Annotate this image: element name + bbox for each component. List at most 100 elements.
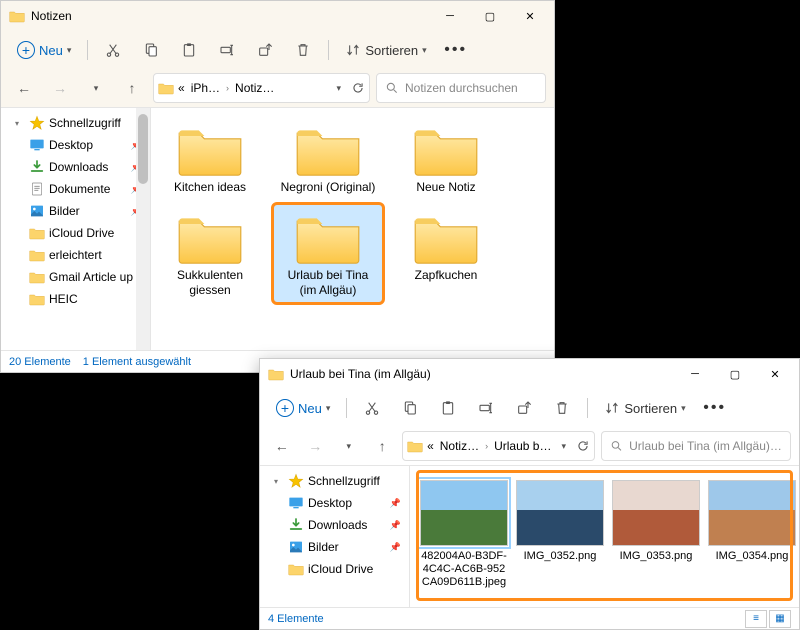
folder-item[interactable]: Sukkulenten giessen xyxy=(155,204,265,303)
folder-icon xyxy=(158,80,174,96)
new-button[interactable]: + Neu ▾ xyxy=(268,393,338,423)
details-view-button[interactable]: ≡ xyxy=(745,610,767,628)
sidebar-item[interactable]: Bilder📌 xyxy=(1,200,150,222)
copy-button[interactable] xyxy=(134,35,168,65)
image-item[interactable]: IMG_0353.png xyxy=(612,480,700,590)
titlebar[interactable]: Urlaub bei Tina (im Allgäu) ─ ▢ ✕ xyxy=(260,359,799,389)
item-count: 20 Elemente xyxy=(9,356,71,368)
sidebar-item[interactable]: HEIC xyxy=(1,288,150,310)
cut-icon xyxy=(105,42,121,58)
share-icon xyxy=(516,400,532,416)
sidebar-item[interactable]: Gmail Article up xyxy=(1,266,150,288)
item-count: 4 Elemente xyxy=(268,613,324,625)
rename-icon xyxy=(219,42,235,58)
file-label: 482004A0-B3DF-4C4C-AC6B-952CA09D611B.jpe… xyxy=(420,550,508,590)
sidebar-item[interactable]: erleichtert xyxy=(1,244,150,266)
delete-button[interactable] xyxy=(286,35,320,65)
refresh-icon[interactable] xyxy=(351,81,365,95)
share-button[interactable] xyxy=(248,35,282,65)
content-area[interactable]: 482004A0-B3DF-4C4C-AC6B-952CA09D611B.jpe… xyxy=(410,466,799,607)
image-item[interactable]: IMG_0352.png xyxy=(516,480,604,590)
scrollbar[interactable] xyxy=(136,108,150,350)
cut-button[interactable] xyxy=(355,393,389,423)
search-input[interactable]: Urlaub bei Tina (im Allgäu) d… xyxy=(601,431,791,461)
content-area[interactable]: Kitchen ideas Negroni (Original) Neue Noti… xyxy=(151,108,554,350)
maximize-button[interactable]: ▢ xyxy=(715,360,755,388)
chevron-down-icon[interactable]: ▾ xyxy=(561,441,566,452)
delete-button[interactable] xyxy=(545,393,579,423)
recent-button[interactable]: ▾ xyxy=(81,73,111,103)
up-button[interactable]: ↑ xyxy=(369,431,397,461)
sidebar-item[interactable]: Desktop📌 xyxy=(1,134,150,156)
folder-item[interactable]: Kitchen ideas xyxy=(155,116,265,200)
new-button[interactable]: + Neu ▾ xyxy=(9,35,79,65)
sidebar-item[interactable]: ▾Schnellzugriff xyxy=(1,112,150,134)
copy-icon xyxy=(402,400,418,416)
minimize-button[interactable]: ─ xyxy=(675,360,715,388)
back-button[interactable]: ← xyxy=(268,431,296,461)
pin-icon: 📌 xyxy=(390,498,401,509)
share-button[interactable] xyxy=(507,393,541,423)
folder-item[interactable]: Negroni (Original) xyxy=(273,116,383,200)
pin-icon: 📌 xyxy=(390,542,401,553)
share-icon xyxy=(257,42,273,58)
up-button[interactable]: ↑ xyxy=(117,73,147,103)
more-button[interactable]: ••• xyxy=(439,35,473,65)
sort-button[interactable]: Sortieren ▾ xyxy=(596,393,693,423)
forward-button[interactable]: → xyxy=(45,73,75,103)
folder-item[interactable]: Neue Notiz xyxy=(391,116,501,200)
chevron-down-icon[interactable]: ▾ xyxy=(336,83,341,94)
image-item[interactable]: IMG_0354.png xyxy=(708,480,796,590)
sidebar-item[interactable]: Bilder📌 xyxy=(260,536,409,558)
paste-icon xyxy=(181,42,197,58)
trash-icon xyxy=(295,42,311,58)
sidebar-item[interactable]: Dokumente📌 xyxy=(1,178,150,200)
rename-button[interactable] xyxy=(210,35,244,65)
address-bar[interactable]: « Notiz… › Urlaub b… ▾ xyxy=(402,431,595,461)
forward-button[interactable]: → xyxy=(302,431,330,461)
folder-label: Negroni (Original) xyxy=(281,180,376,194)
address-bar[interactable]: « iPh… › Notiz… ▾ xyxy=(153,73,370,103)
folder-label: Neue Notiz xyxy=(416,180,475,194)
sidebar: ▾SchnellzugriffDesktop📌Downloads📌Dokumen… xyxy=(1,108,151,350)
sidebar-item[interactable]: iCloud Drive xyxy=(260,558,409,580)
search-icon xyxy=(610,439,623,453)
more-button[interactable]: ••• xyxy=(698,393,732,423)
folder-item[interactable]: Urlaub bei Tina (im Allgäu) xyxy=(273,204,383,303)
close-button[interactable]: ✕ xyxy=(510,2,550,30)
sidebar-item[interactable]: Downloads📌 xyxy=(1,156,150,178)
rename-button[interactable] xyxy=(469,393,503,423)
sort-button[interactable]: Sortieren ▾ xyxy=(337,35,434,65)
minimize-button[interactable]: ─ xyxy=(430,2,470,30)
nav-row: ← → ▾ ↑ « Notiz… › Urlaub b… ▾ Urlaub be… xyxy=(260,427,799,465)
folder-icon xyxy=(411,210,481,266)
search-input[interactable]: Notizen durchsuchen xyxy=(376,73,546,103)
close-button[interactable]: ✕ xyxy=(755,360,795,388)
plus-icon: + xyxy=(276,399,294,417)
paste-button[interactable] xyxy=(172,35,206,65)
sidebar-item[interactable]: Desktop📌 xyxy=(260,492,409,514)
titlebar[interactable]: Notizen ─ ▢ ✕ xyxy=(1,1,554,31)
image-thumbnail xyxy=(708,480,796,546)
copy-button[interactable] xyxy=(393,393,427,423)
paste-button[interactable] xyxy=(431,393,465,423)
sidebar: ▾SchnellzugriffDesktop📌Downloads📌Bilder📌… xyxy=(260,466,410,607)
recent-button[interactable]: ▾ xyxy=(335,431,363,461)
folder-icon xyxy=(293,210,363,266)
maximize-button[interactable]: ▢ xyxy=(470,2,510,30)
sidebar-item[interactable]: iCloud Drive xyxy=(1,222,150,244)
sidebar-item[interactable]: Downloads📌 xyxy=(260,514,409,536)
folder-label: Zapfkuchen xyxy=(415,268,478,282)
back-button[interactable]: ← xyxy=(9,73,39,103)
icons-view-button[interactable]: ▦ xyxy=(769,610,791,628)
image-item[interactable]: 482004A0-B3DF-4C4C-AC6B-952CA09D611B.jpe… xyxy=(420,480,508,590)
cut-icon xyxy=(364,400,380,416)
chevron-down-icon: ▾ xyxy=(681,403,686,414)
selection-count: 1 Element ausgewählt xyxy=(83,356,191,368)
image-thumbnail xyxy=(420,480,508,546)
folder-item[interactable]: Zapfkuchen xyxy=(391,204,501,303)
folder-label: Sukkulenten giessen xyxy=(161,268,259,297)
refresh-icon[interactable] xyxy=(576,439,590,453)
cut-button[interactable] xyxy=(96,35,130,65)
sidebar-item[interactable]: ▾Schnellzugriff xyxy=(260,470,409,492)
